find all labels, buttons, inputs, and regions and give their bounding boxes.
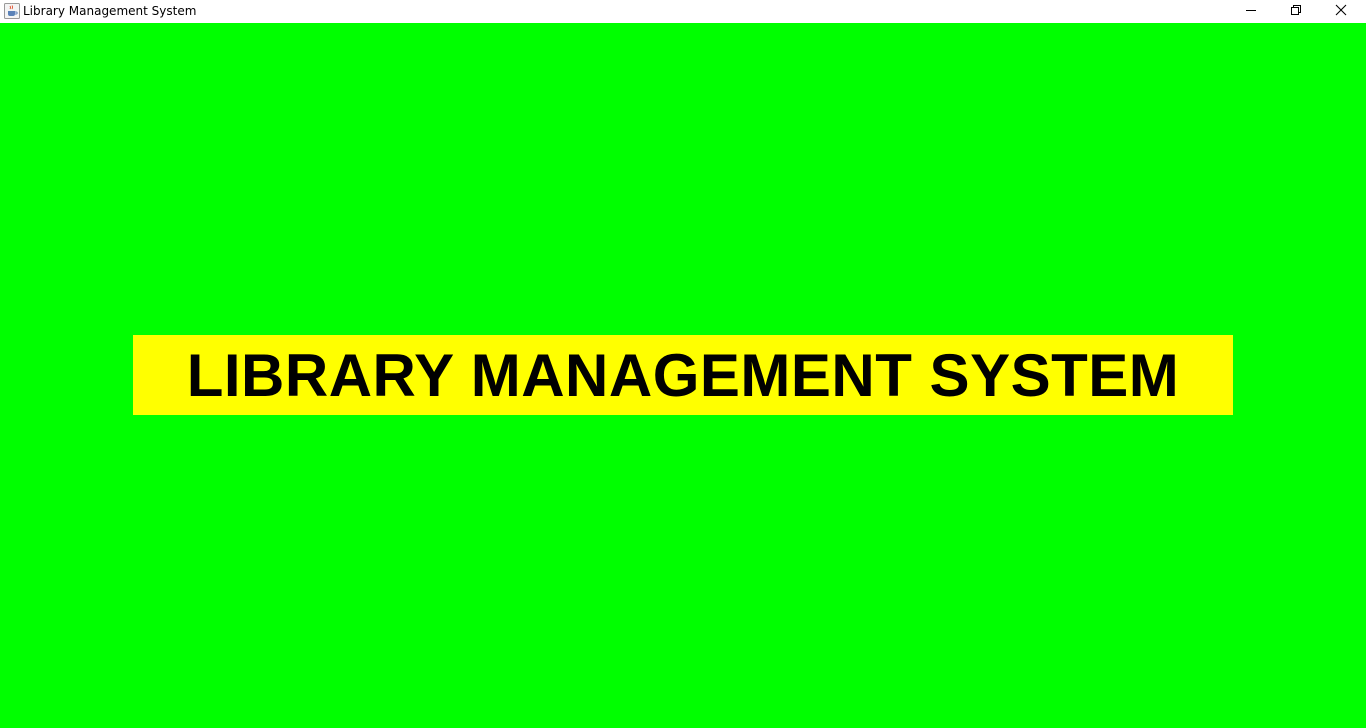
restore-icon <box>1290 3 1302 21</box>
banner-title: LIBRARY MANAGEMENT SYSTEM <box>186 341 1180 409</box>
title-banner: LIBRARY MANAGEMENT SYSTEM <box>133 335 1233 415</box>
app-window: Library Management System LIBRARY MANAGE… <box>0 0 1366 728</box>
window-title: Library Management System <box>23 4 197 18</box>
close-button[interactable] <box>1318 0 1363 23</box>
close-icon <box>1335 3 1347 21</box>
minimize-icon <box>1245 3 1257 21</box>
main-panel: LIBRARY MANAGEMENT SYSTEM <box>0 23 1366 728</box>
minimize-button[interactable] <box>1228 0 1273 23</box>
restore-button[interactable] <box>1273 0 1318 23</box>
title-bar[interactable]: Library Management System <box>0 0 1366 23</box>
java-coffee-icon <box>4 3 20 19</box>
